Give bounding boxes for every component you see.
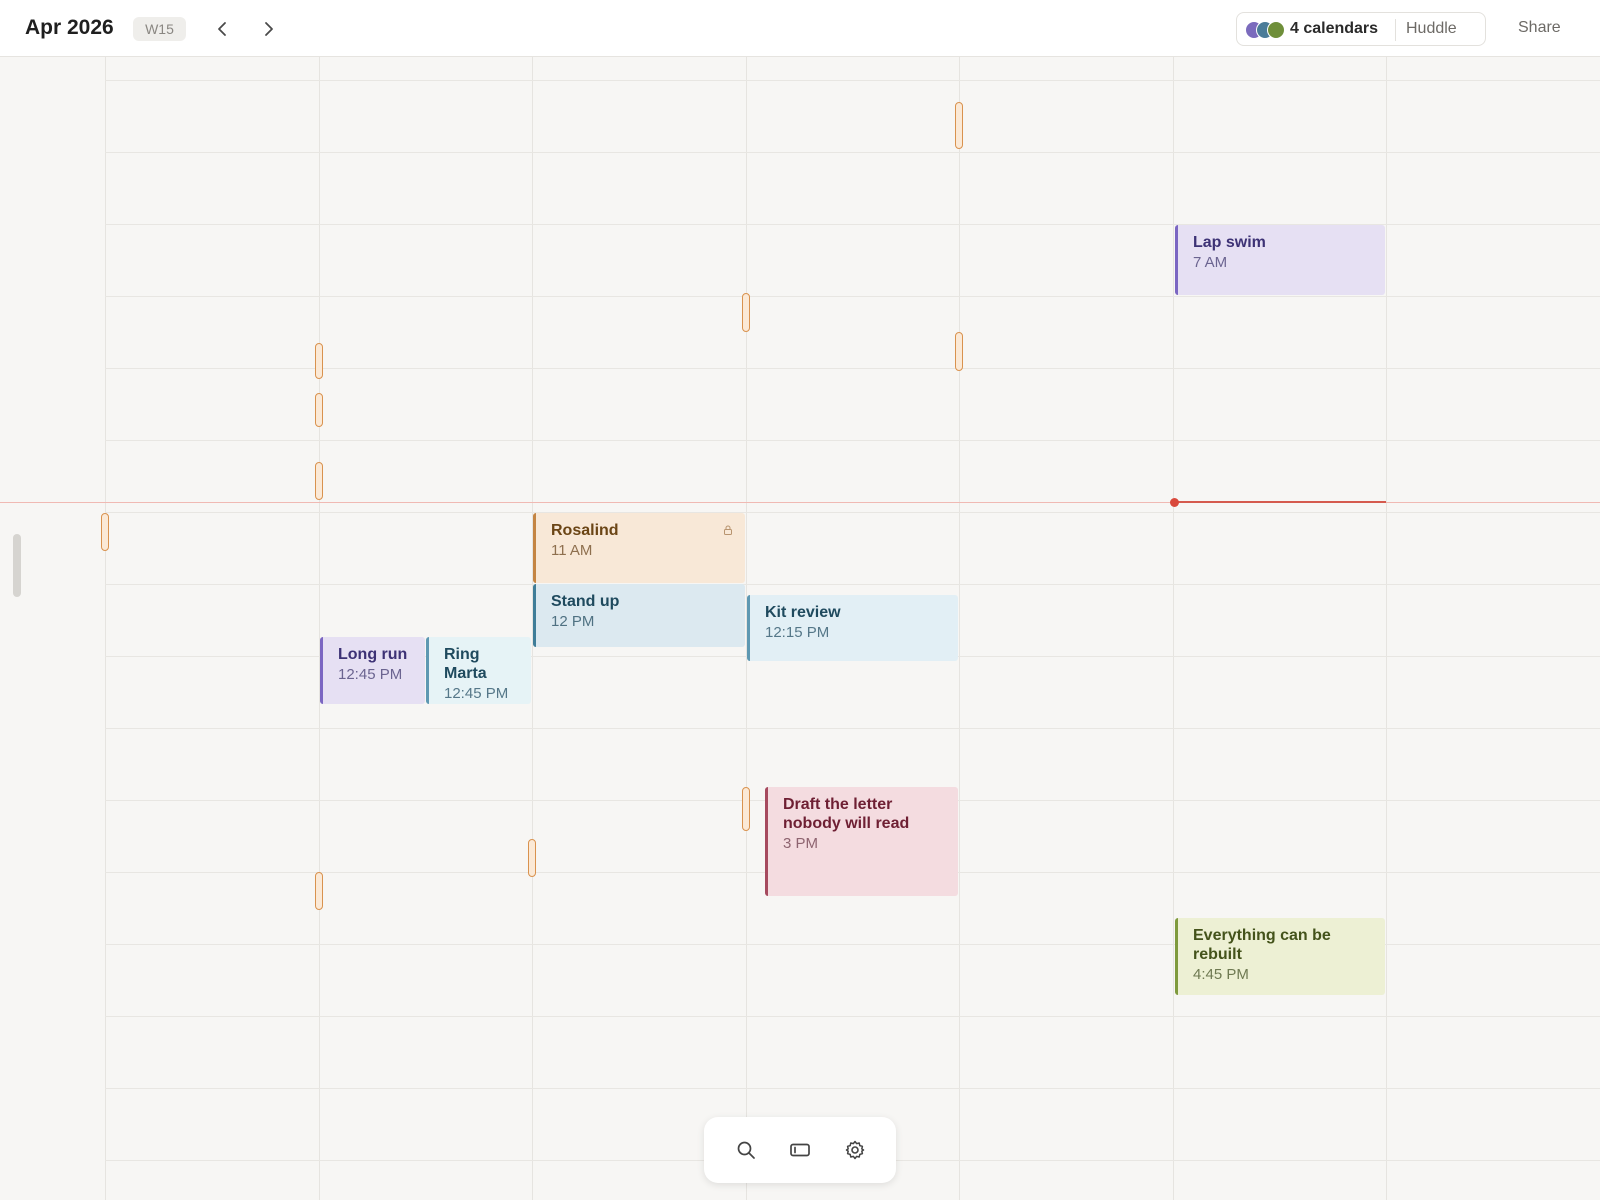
hour-line — [105, 1016, 1600, 1017]
hour-line — [105, 296, 1600, 297]
week-badge: W15 — [133, 17, 186, 41]
event-marker[interactable] — [315, 462, 323, 500]
event-time: 12:45 PM — [338, 666, 403, 683]
scroll-handle[interactable] — [13, 534, 21, 597]
event-time: 4:45 PM — [1193, 966, 1249, 983]
event-title: Rosalind — [551, 522, 619, 539]
event-marker[interactable] — [101, 513, 109, 551]
event-stand-up[interactable]: Stand up 12 PM — [533, 584, 745, 647]
event-ring-marta[interactable]: Ring Marta 12:45 PM — [426, 637, 531, 704]
day-column-divider — [1173, 57, 1174, 1200]
next-week-button[interactable] — [255, 16, 281, 42]
settings-button[interactable] — [843, 1138, 867, 1162]
event-time: 7 AM — [1193, 254, 1228, 271]
calendar-color-dot — [1267, 21, 1285, 39]
panel-icon — [790, 1143, 810, 1157]
hour-line — [105, 440, 1600, 441]
hour-line — [105, 1088, 1600, 1089]
current-time-line-today — [1174, 501, 1386, 503]
week-grid[interactable]: Lap swim 7 AM Rosalind 11 AM Stand up 12… — [0, 57, 1600, 1200]
search-button[interactable] — [734, 1138, 758, 1162]
hour-line — [105, 152, 1600, 153]
hour-line — [105, 80, 1600, 81]
event-time: 12:45 PM — [444, 685, 509, 702]
event-marker[interactable] — [315, 872, 323, 910]
event-rosalind[interactable]: Rosalind 11 AM — [533, 513, 745, 583]
event-draft-the-letter[interactable]: Draft the letter nobody will read 3 PM — [765, 787, 958, 896]
event-time: 12 PM — [551, 613, 595, 630]
panel-button[interactable] — [788, 1138, 812, 1162]
hour-line — [105, 584, 1600, 585]
event-long-run[interactable]: Long run 12:45 PM — [320, 637, 425, 704]
day-column-divider — [1386, 57, 1387, 1200]
event-kit-review[interactable]: Kit review 12:15 PM — [747, 595, 958, 661]
previous-week-button[interactable] — [210, 16, 236, 42]
calendars-group: 4 calendars Huddle — [1236, 12, 1486, 46]
event-everything-can-be-rebuilt[interactable]: Everything can be rebuilt 4:45 PM — [1175, 918, 1385, 995]
event-title: Lap swim — [1193, 234, 1266, 251]
hour-line — [105, 368, 1600, 369]
event-time: 11 AM — [551, 542, 593, 559]
event-marker[interactable] — [955, 102, 963, 149]
event-title: Stand up — [551, 593, 620, 610]
event-marker[interactable] — [742, 293, 750, 332]
event-title: Draft the letter nobody will read — [783, 796, 910, 832]
hour-line — [105, 728, 1600, 729]
event-marker[interactable] — [742, 787, 750, 831]
top-bar: Apr 2026 W15 4 calendars Huddle Share — [0, 0, 1600, 57]
current-time-dot — [1170, 498, 1179, 507]
gear-icon — [845, 1140, 865, 1160]
page-title: Apr 2026 — [25, 16, 114, 39]
share-button[interactable]: Share — [1518, 19, 1561, 37]
event-title: Ring Marta — [444, 646, 487, 682]
calendars-button[interactable] — [1245, 21, 1287, 39]
event-lap-swim[interactable]: Lap swim 7 AM — [1175, 225, 1385, 295]
event-marker[interactable] — [528, 839, 536, 877]
event-time: 3 PM — [783, 835, 819, 852]
event-marker[interactable] — [315, 393, 323, 427]
chevron-left-icon — [218, 22, 226, 36]
event-title: Everything can be rebuilt — [1193, 927, 1331, 963]
event-title: Kit review — [765, 604, 841, 621]
bottom-toolbar — [704, 1117, 896, 1183]
hour-line — [105, 512, 1600, 513]
event-marker[interactable] — [955, 332, 963, 371]
lock-icon — [724, 525, 732, 535]
calendars-count[interactable]: 4 calendars — [1290, 20, 1378, 38]
huddle-button[interactable]: Huddle — [1406, 20, 1457, 38]
day-column-divider — [959, 57, 960, 1200]
search-icon — [737, 1141, 755, 1159]
event-marker[interactable] — [315, 343, 323, 379]
event-title: Long run — [338, 646, 408, 663]
chevron-right-icon — [265, 22, 273, 36]
day-column-divider — [319, 57, 320, 1200]
divider — [1395, 19, 1396, 41]
day-column-divider — [105, 57, 106, 1200]
event-time: 12:15 PM — [765, 624, 830, 641]
